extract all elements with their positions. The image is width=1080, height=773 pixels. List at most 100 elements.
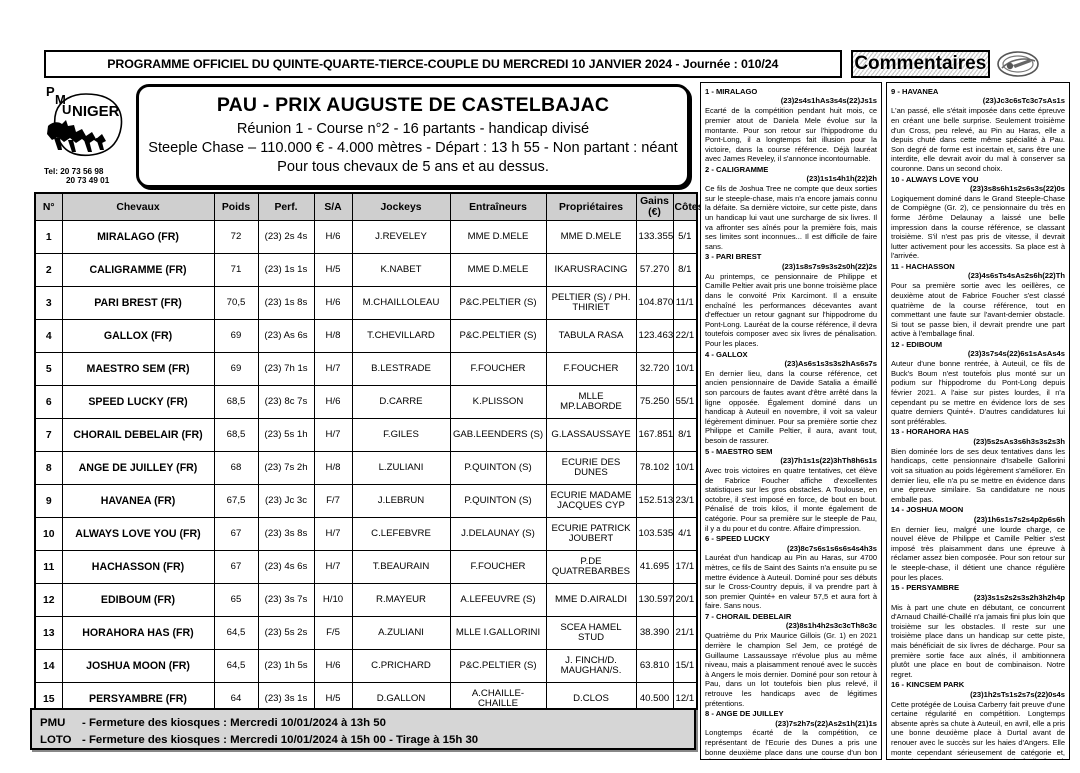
table-row[interactable]: 5 MAESTRO SEM (FR) 69 (23) 7h 1s H/7 B.LESTRA… <box>34 352 698 387</box>
col-header-earnings: Gains (€) <box>635 192 674 222</box>
tel-line-1: Tel: 20 73 56 98 <box>44 167 104 176</box>
runner-trainer: MME D.MELE <box>449 253 547 288</box>
runner-odds: 10/1 <box>672 451 698 486</box>
table-row[interactable]: 1 MIRALAGO (FR) 72 (23) 2s 4s H/6 J.REVELEY MM… <box>34 220 698 255</box>
runner-odds: 10/1 <box>672 352 698 387</box>
commentary-text: Au printemps, ce pensionnaire de Philipp… <box>705 271 877 348</box>
runner-sex-age: F/7 <box>313 484 353 519</box>
runner-jockey: D.CARRE <box>351 385 451 420</box>
runner-jockey: C.PRICHARD <box>351 649 451 684</box>
commentary-text: Quatrième du Prix Maurice Gillois (Gr. 1… <box>705 631 877 708</box>
closing-times-box: PMU - Fermeture des kiosques : Mercredi 1… <box>30 708 696 750</box>
runner-sex-age: H/6 <box>313 220 353 255</box>
commentary-form-line: (23)3s7s4s(22)6s1sAsAs4s <box>967 349 1065 359</box>
pmu-closing-text: - Fermeture des kiosques : Mercredi 10/0… <box>82 717 386 729</box>
runner-sex-age: H/7 <box>313 418 353 453</box>
runner-number: 3 <box>34 286 63 321</box>
runner-trainer: J.DELAUNAY (S) <box>449 517 547 552</box>
table-row[interactable]: 8 ANGE DE JUILLEY (FR) 68 (23) 7s 2h H/8 L.ZU… <box>34 451 698 486</box>
runner-performance: (23) 3s 7s <box>257 583 315 618</box>
commentary-column-left: 1 - MIRALAGO (23)2s4s1hAs3s4s(22)Js1s Ecar… <box>700 82 882 760</box>
table-row[interactable]: 10 ALWAYS LOVE YOU (FR) 67 (23) 3s 8s H/7 C.L… <box>34 517 698 552</box>
runner-odds: 5/1 <box>672 220 698 255</box>
runner-jockey: J.LEBRUN <box>351 484 451 519</box>
runner-earnings: 104.870 <box>635 286 674 321</box>
runner-sex-age: F/5 <box>313 616 353 651</box>
runner-number: 6 <box>34 385 63 420</box>
runner-performance: (23) As 6s <box>257 319 315 354</box>
commentaires-label: Commentaires <box>854 53 987 74</box>
runner-number: 5 <box>34 352 63 387</box>
col-header-odds: Côtes <box>672 192 703 222</box>
runner-horse-name: HAVANEA (FR) <box>61 484 215 519</box>
table-row[interactable]: 9 HAVANEA (FR) 67,5 (23) Jc 3c F/7 J.LEBRUN P.… <box>34 484 698 519</box>
runner-number: 13 <box>34 616 63 651</box>
runner-owner: MME D.MELE <box>545 220 637 255</box>
commentary-text: Auteur d'une bonne rentrée, à Auteuil, c… <box>891 359 1065 426</box>
table-row[interactable]: 11 HACHASSON (FR) 67 (23) 4s 6s H/7 T.BEAURAI… <box>34 550 698 585</box>
commentary-text: Mis à part une chute en débutant, ce con… <box>891 602 1065 679</box>
commentary-text: Longtemps écarté de la compétition, ce r… <box>705 728 877 759</box>
runner-horse-name: HORAHORA HAS (FR) <box>61 616 215 651</box>
runner-trainer: K.PLISSON <box>449 385 547 420</box>
runner-performance: (23) 1s 8s <box>257 286 315 321</box>
table-row[interactable]: 2 CALIGRAMME (FR) 71 (23) 1s 1s H/5 K.NABET MM… <box>34 253 698 288</box>
runner-weight: 69 <box>213 319 259 354</box>
loto-closing-text: - Fermeture des kiosques : Mercredi 10/0… <box>82 733 479 746</box>
commentary-heading: 16 - KINCSEM PARK <box>891 680 965 690</box>
table-row[interactable]: 14 JOSHUA MOON (FR) 64,5 (23) 1h 5s H/6 C.PRI… <box>34 649 698 684</box>
runner-performance: (23) 3s 8s <box>257 517 315 552</box>
runner-horse-name: EDIBOUM (FR) <box>61 583 215 618</box>
pmu-niger-logo: P M U NIGER Tel: 20 73 56 98 20 73 49 01 <box>42 82 138 188</box>
runner-jockey: M.CHAILLOLEAU <box>351 286 451 321</box>
runner-number: 9 <box>34 484 63 519</box>
left-panel: P M U NIGER Tel: 20 73 56 98 20 73 49 01… <box>30 82 703 760</box>
runner-weight: 68,5 <box>213 385 259 420</box>
commentary-form-line: (23)4s6sTs4sAs2s6h(22)Th <box>968 271 1065 281</box>
runner-owner: P.DE QUATREBARBES <box>545 550 637 585</box>
runner-sex-age: H/8 <box>313 319 353 354</box>
runner-jockey: K.NABET <box>351 253 451 288</box>
table-row[interactable]: 12 EDIBOUM (FR) 65 (23) 3s 7s H/10 R.MAYEUR A.… <box>34 583 698 618</box>
table-row[interactable]: 7 CHORAIL DEBELAIR (FR) 68,5 (23) 5s 1h H/7 F… <box>34 418 698 453</box>
runner-performance: (23) 2s 4s <box>257 220 315 255</box>
runner-performance: (23) 7s 2h <box>257 451 315 486</box>
program-page: PROGRAMME OFFICIEL DU QUINTE-QUARTE-TIER… <box>0 0 1080 773</box>
race-conditions: Pour tous chevaux de 5 ans et au dessus. <box>277 159 549 175</box>
runner-horse-name: HACHASSON (FR) <box>61 550 215 585</box>
commentary-column-right: 9 - HAVANEA (23)Jc3c6sTc3c7sAs1s L'an pass… <box>886 82 1070 760</box>
runner-owner: G.LASSAUSSAYE <box>545 418 637 453</box>
runner-horse-name: CALIGRAMME (FR) <box>61 253 215 288</box>
runner-earnings: 63.810 <box>635 649 674 684</box>
runner-number: 1 <box>34 220 63 255</box>
runner-jockey: J.REVELEY <box>351 220 451 255</box>
runner-sex-age: H/8 <box>313 451 353 486</box>
commentary-heading: 5 - MAESTRO SEM <box>705 446 773 456</box>
commentary-form-line: (23)1s1s4h1h(22)2h <box>806 174 878 184</box>
runner-owner: ECURIE PATRICK JOUBERT <box>545 517 637 552</box>
runner-earnings: 152.513 <box>635 484 674 519</box>
runner-trainer: F.FOUCHER <box>449 550 547 585</box>
race-title: PAU - PRIX AUGUSTE DE CASTELBAJAC <box>216 94 610 116</box>
commentary-form-line: (23)8s1h4h2s3c3cTh8c3c <box>785 621 877 631</box>
runner-jockey: L.ZULIANI <box>351 451 451 486</box>
runner-owner: MME D.AIRALDI <box>545 583 637 618</box>
runner-owner: ECURIE MADAME JACQUES CYP <box>545 484 637 519</box>
table-row[interactable]: 13 HORAHORA HAS (FR) 64,5 (23) 5s 2s F/5 A.ZU… <box>34 616 698 651</box>
runner-odds: 15/1 <box>672 649 698 684</box>
runner-number: 8 <box>34 451 63 486</box>
table-row[interactable]: 4 GALLOX (FR) 69 (23) As 6s H/8 T.CHEVILLARD P… <box>34 319 698 354</box>
runner-odds: 55/1 <box>672 385 698 420</box>
runner-weight: 71 <box>213 253 259 288</box>
runner-number: 11 <box>34 550 63 585</box>
runner-horse-name: MAESTRO SEM (FR) <box>61 352 215 387</box>
commentary-heading: 15 - PERSYAMBRE <box>891 583 960 593</box>
commentary-form-line: (23)5s2sAs3s6h3s3s2s3h <box>973 436 1065 446</box>
runner-owner: ECURIE DES DUNES <box>545 451 637 486</box>
commentary-text: L'an passé, elle s'était imposée dans ce… <box>891 106 1065 173</box>
table-row[interactable]: 3 PARI BREST (FR) 70,5 (23) 1s 8s H/6 M.CHAIL… <box>34 286 698 321</box>
top-header-bar: PROGRAMME OFFICIEL DU QUINTE-QUARTE-TIER… <box>44 50 1040 78</box>
commentary-form-line: (23)3s1s2s2s3s2h3h2h4p <box>973 592 1065 602</box>
runner-jockey: A.ZULIANI <box>351 616 451 651</box>
table-row[interactable]: 6 SPEED LUCKY (FR) 68,5 (23) 8c 7s H/6 D.CARR… <box>34 385 698 420</box>
